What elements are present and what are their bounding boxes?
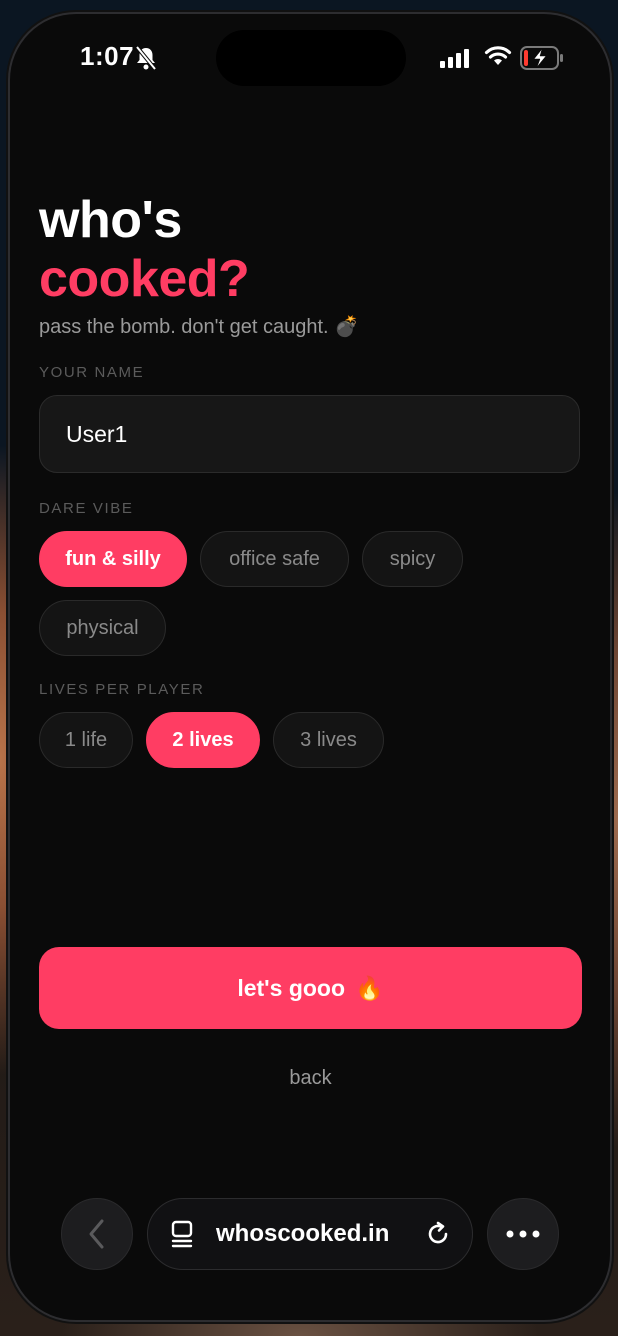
vibe-chip-physical[interactable]: physical — [39, 600, 166, 656]
fire-emoji: 🔥 — [355, 974, 384, 1001]
more-icon — [506, 1230, 540, 1238]
more-options-button[interactable] — [487, 1198, 559, 1270]
dare-vibe-label: DARE VIBE — [39, 500, 134, 517]
start-game-button[interactable]: let's gooo 🔥 — [39, 947, 582, 1029]
lives-chip-3[interactable]: 3 lives — [273, 712, 384, 768]
cellular-signal-icon — [440, 49, 469, 68]
page-title: who's — [39, 191, 182, 249]
vibe-chip-spicy[interactable]: spicy — [362, 531, 463, 587]
back-link[interactable]: back — [39, 1067, 582, 1090]
bell-slash-icon — [135, 45, 157, 71]
name-input[interactable]: User1 — [39, 395, 580, 473]
browser-back-button[interactable] — [61, 1198, 133, 1270]
battery-charging-icon — [520, 46, 563, 70]
lives-chip-1[interactable]: 1 life — [39, 712, 133, 768]
tagline: pass the bomb. don't get caught. 💣 — [39, 316, 360, 338]
page-title-accent: cooked? — [39, 250, 250, 308]
dynamic-island — [216, 30, 406, 86]
name-label: YOUR NAME — [39, 364, 145, 381]
phone-screen: 1:07 who's cooked? pass the bomb. don't … — [10, 14, 610, 1320]
start-game-label: let's gooo — [237, 974, 346, 1001]
address-bar[interactable]: whoscooked.in — [147, 1198, 473, 1270]
wifi-icon — [484, 46, 512, 65]
lives-label: LIVES PER PLAYER — [39, 681, 205, 698]
reload-icon[interactable] — [424, 1220, 452, 1248]
chevron-left-icon — [89, 1219, 104, 1249]
vibe-chip-office-safe[interactable]: office safe — [200, 531, 349, 587]
tabs-icon — [171, 1220, 193, 1248]
lives-chip-2[interactable]: 2 lives — [146, 712, 260, 768]
url-text: whoscooked.in — [216, 1220, 390, 1247]
vibe-chip-fun-silly[interactable]: fun & silly — [39, 531, 187, 587]
status-time: 1:07 — [80, 41, 135, 71]
